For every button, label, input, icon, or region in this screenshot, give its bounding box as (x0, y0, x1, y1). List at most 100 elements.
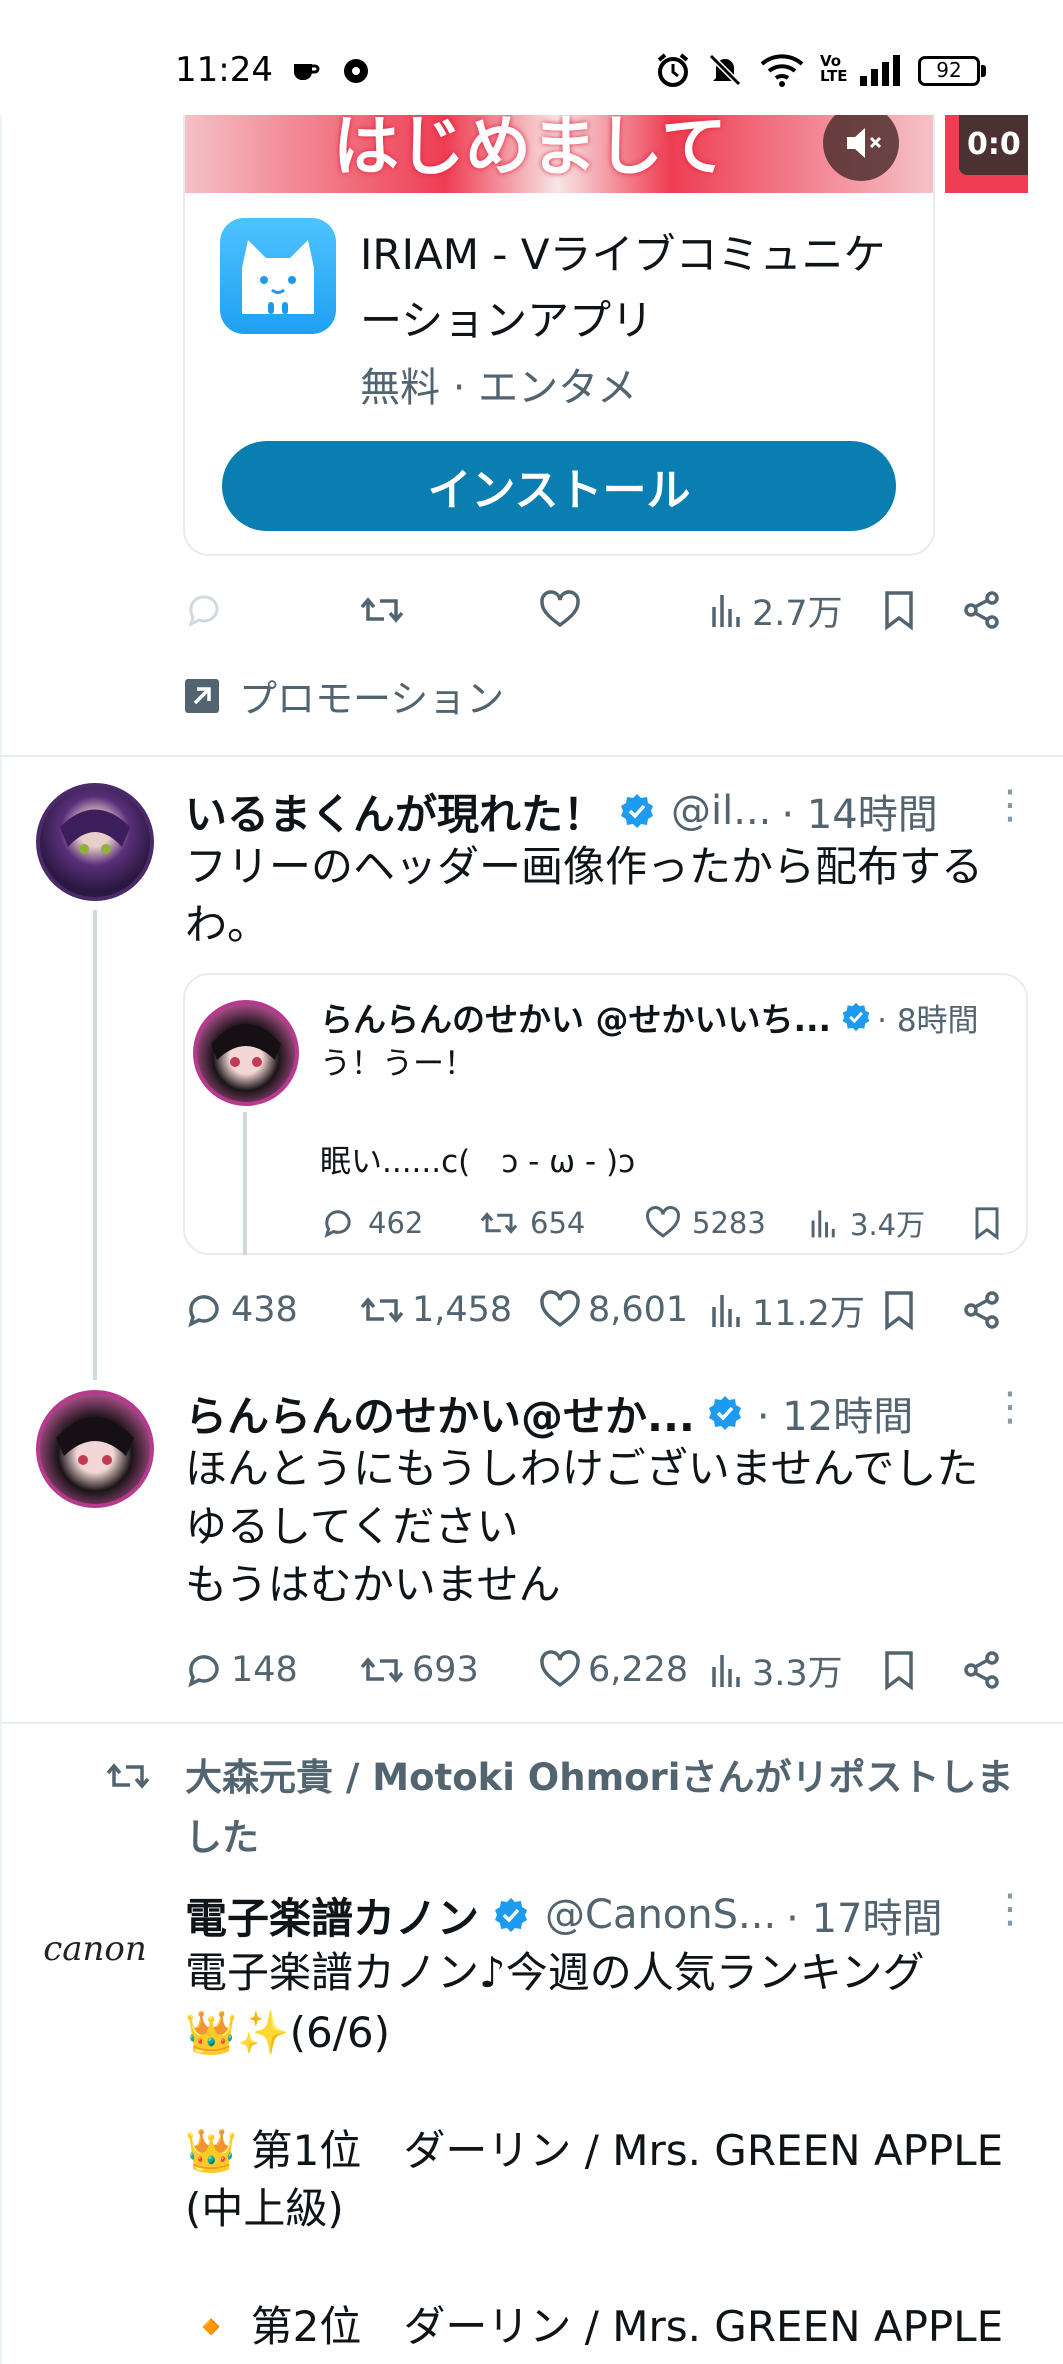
wifi-icon (760, 52, 804, 88)
tweet1-views-button[interactable]: 11.2万 (708, 1280, 865, 1340)
tweet2-retweet-button[interactable]: 693 (358, 1640, 479, 1700)
quote-avatar[interactable] (193, 1000, 299, 1106)
tweet2-header: らんらんのせかい@せか... · 12時間 (185, 1382, 913, 1444)
quote-retweets-count: 654 (530, 1206, 586, 1240)
tweet2-time[interactable]: · 12時間 (757, 1384, 913, 1442)
tweet1-more-icon[interactable]: ⋮ (990, 782, 1030, 828)
tweet1-time[interactable]: · 14時間 (781, 782, 937, 840)
settings-icon (340, 55, 372, 87)
canon-logo-text: canon (43, 1929, 147, 1969)
repost-context[interactable]: 大森元貴 / Motoki Ohmoriさんがリポストしました (185, 1748, 1045, 1868)
timeline-border (0, 115, 2, 2364)
views-chart-icon (712, 1295, 740, 1327)
tweet1-display-name[interactable]: いるまくんが現れた！ (185, 781, 605, 842)
quote-action-bar: 462 654 5283 3.4万 (320, 1198, 1020, 1248)
tweet3-more-icon[interactable]: ⋮ (990, 1886, 1030, 1932)
reply-button[interactable] (183, 580, 225, 640)
tweet1-bookmark-button[interactable] (881, 1280, 917, 1340)
quote-text-line1: う！うー！ (320, 1046, 475, 1082)
quote-views-count: 3.4万 (850, 1208, 926, 1242)
views-chart-icon (811, 1210, 835, 1238)
mute-bell-icon (707, 52, 743, 88)
bookmark-button[interactable] (881, 580, 917, 640)
tweet1-avatar[interactable] (36, 783, 154, 901)
app-meta: 無料 · エンタメ (360, 365, 637, 411)
tweet2-text-line3: もうはむかいません (185, 1560, 561, 1609)
tweet1-retweet-button[interactable]: 1,458 (358, 1280, 512, 1340)
verified-badge-icon (842, 1002, 870, 1032)
tweet2-text-line1: ほんとうにもうしわけございませんでした (185, 1444, 979, 1493)
views-button[interactable]: 2.7万 (708, 580, 843, 640)
install-button[interactable]: インストール (222, 441, 896, 531)
tweet2-avatar[interactable] (36, 1390, 154, 1508)
verified-badge-icon (495, 1898, 528, 1932)
tweet2-more-icon[interactable]: ⋮ (990, 1384, 1030, 1430)
tweet2-views-button[interactable]: 3.3万 (708, 1640, 843, 1700)
quote-like-button[interactable]: 5283 (644, 1198, 766, 1248)
tweet2-likes-count: 6,228 (588, 1650, 689, 1690)
reply-icon (188, 595, 219, 627)
tweet2-reply-button[interactable]: 148 (183, 1640, 298, 1700)
retweet-icon (360, 1297, 404, 1323)
quote-bookmark-button[interactable] (972, 1198, 1002, 1248)
tweet3-text-line1: 電子楽譜カノン♪今週の人気ランキング (185, 1948, 925, 1997)
tweet2-share-button[interactable] (961, 1640, 1003, 1700)
volte-icon: Vo LTE (820, 52, 848, 85)
reply-icon (188, 1655, 219, 1688)
quote-reply-button[interactable]: 462 (320, 1198, 423, 1248)
heart-icon (646, 1206, 680, 1238)
views-count: 2.7万 (752, 593, 843, 634)
tweet1-action-bar: 438 1,458 8,601 11.2万 (183, 1280, 1013, 1340)
signal-icon (858, 54, 904, 86)
quote-views-button[interactable]: 3.4万 (808, 1198, 925, 1248)
tweet1-views-count: 11.2万 (752, 1293, 865, 1334)
status-time: 11:24 (175, 50, 273, 90)
tweet2-replies-count: 148 (231, 1650, 298, 1690)
tweet2-bookmark-button[interactable] (881, 1640, 917, 1700)
tweet3-text-line2: 👑✨(6/6) (185, 2008, 390, 2057)
bookmark-icon (885, 1291, 913, 1331)
quote-likes-count: 5283 (692, 1206, 766, 1240)
tweet1-like-button[interactable]: 8,601 (538, 1280, 688, 1340)
quote-thread-connector (243, 1112, 247, 1255)
tweet2-display-name[interactable]: らんらんのせかい@せか... (185, 1383, 695, 1444)
alarm-icon (655, 52, 691, 88)
video-time: 0:0 (967, 127, 1021, 162)
tweet3-text-line3: 👑 第1位 ダーリン / Mrs. GREEN APPLE (185, 2126, 1004, 2175)
tweet2-views-count: 3.3万 (752, 1653, 843, 1694)
share-icon (964, 1291, 999, 1329)
reply-icon (324, 1210, 351, 1238)
views-chart-icon (712, 1655, 740, 1687)
retweet-icon (480, 1212, 518, 1234)
tweet3-avatar[interactable]: canon (36, 1890, 154, 2008)
battery-tip (981, 65, 986, 77)
retweet-button[interactable] (358, 580, 406, 640)
heart-icon (540, 1650, 580, 1688)
tweet1-share-button[interactable] (961, 1280, 1003, 1340)
tweet2-like-button[interactable]: 6,228 (538, 1640, 688, 1700)
repost-icon (104, 1755, 152, 1797)
quote-retweet-button[interactable]: 654 (478, 1198, 585, 1248)
share-button[interactable] (961, 580, 1003, 640)
views-chart-icon (712, 595, 740, 627)
tweet2-text-line2: ゆるしてください (185, 1502, 519, 1551)
tweet1-handle[interactable]: @il... (671, 788, 771, 834)
tweet1-text: フリーのヘッダー画像作ったから配布するわ。 (185, 842, 984, 949)
heart-icon (540, 590, 580, 628)
second-media-thumb[interactable]: 0:0 (945, 115, 1028, 193)
promoted-arrow-icon (185, 678, 219, 713)
tweet1-header: いるまくんが現れた！ @il... · 14時間 (185, 780, 938, 842)
tweet3-time[interactable]: · 17時間 (786, 1886, 942, 1944)
verified-badge-icon (708, 1396, 741, 1430)
quote-text-line2: 眠い......c( ɔ - ω - )ɔ (320, 1144, 636, 1180)
tweet3-text-line5: 🔸 第2位 ダーリン / Mrs. GREEN APPLE (185, 2302, 1004, 2351)
tweet3-handle[interactable]: @CanonS... (545, 1892, 776, 1938)
tweet1-reply-button[interactable]: 438 (183, 1280, 298, 1340)
share-icon (964, 1651, 999, 1689)
heart-icon (540, 1290, 580, 1328)
quote-display-name: らんらんのせかい @せかいいち... (320, 1000, 832, 1039)
app-icon (220, 218, 336, 334)
tweet3-display-name[interactable]: 電子楽譜カノン (185, 1885, 479, 1946)
like-button[interactable] (538, 580, 582, 640)
thread-connector (93, 910, 97, 1380)
